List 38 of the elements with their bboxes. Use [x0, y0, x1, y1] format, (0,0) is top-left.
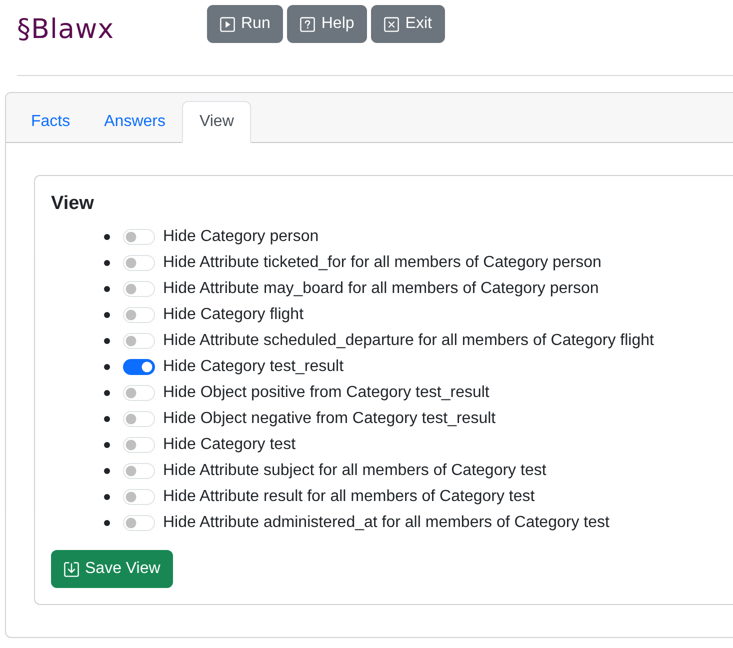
run-button[interactable]: Run	[207, 5, 284, 43]
bullet-icon	[104, 416, 110, 422]
bullet-icon	[104, 442, 110, 448]
option-label: Hide Attribute may_board for all members of Category person	[163, 279, 599, 299]
logo-text: §Blawx	[17, 13, 116, 46]
option-label: Hide Category flight	[163, 305, 304, 325]
exit-button[interactable]: Exit	[371, 5, 445, 43]
option-label: Hide Category test	[163, 435, 296, 455]
bullet-icon	[104, 234, 110, 240]
view-heading: View	[51, 192, 95, 216]
option-label: Hide Attribute scheduled_departure for all members of Category flight	[163, 331, 654, 351]
bullet-icon	[104, 520, 110, 526]
play-icon	[220, 16, 235, 32]
bullet-icon	[104, 338, 110, 344]
bullet-icon	[104, 390, 110, 396]
option-label: Hide Category person	[163, 227, 319, 247]
bullet-icon	[104, 260, 110, 266]
download-icon	[64, 562, 79, 576]
bullet-icon	[104, 286, 110, 292]
bullet-icon	[104, 494, 110, 500]
option-label: Hide Object positive from Category test_result	[163, 383, 490, 403]
save-view-button[interactable]: Save View	[51, 550, 174, 588]
close-icon	[384, 16, 400, 32]
help-icon	[300, 16, 316, 32]
bullet-icon	[104, 312, 110, 318]
bullet-icon	[104, 468, 110, 474]
option-label: Hide Object negative from Category test_result	[163, 409, 496, 429]
help-button[interactable]: Help	[287, 5, 368, 43]
option-label: Hide Attribute subject for all members of Category test	[163, 461, 546, 481]
toggle-switch[interactable]	[123, 359, 155, 375]
option-label: Hide Attribute result for all members of Category test	[163, 487, 535, 507]
tab[interactable]: Answers	[87, 101, 182, 143]
tab[interactable]: Facts	[14, 101, 88, 143]
option-label: Hide Attribute ticketed_for for all members of Category person	[163, 253, 602, 273]
option-label: Hide Category test_result	[163, 357, 344, 377]
bullet-icon	[104, 364, 110, 370]
option-label: Hide Attribute administered_at for all members of Category test	[163, 513, 610, 533]
tab[interactable]: View	[182, 101, 251, 143]
